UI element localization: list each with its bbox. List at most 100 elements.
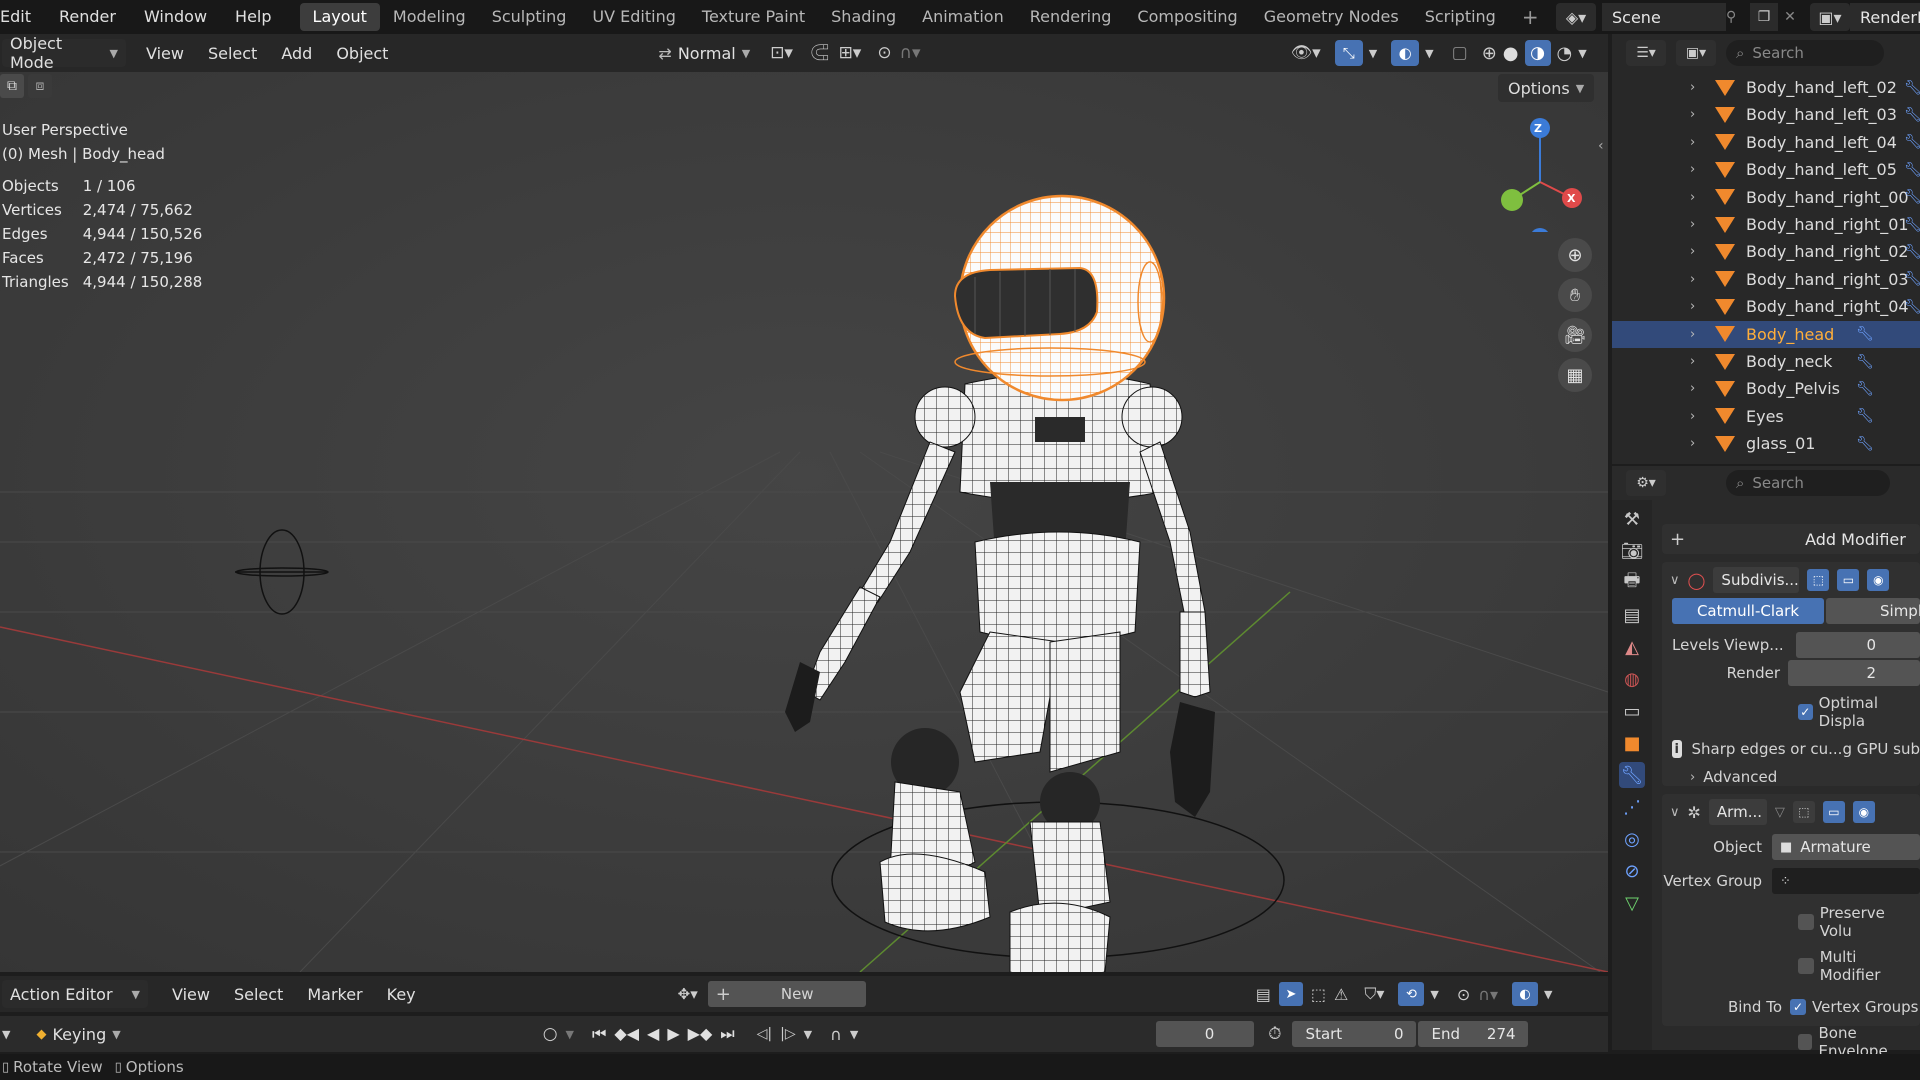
outliner-search[interactable]: ⌕ Search bbox=[1726, 40, 1884, 66]
expand-chevron-icon[interactable]: › bbox=[1690, 327, 1708, 342]
proportional-edit-icon[interactable]: ⊙ bbox=[877, 43, 891, 63]
modifier-wrench-icon[interactable]: 🔧︎ bbox=[1904, 217, 1920, 233]
armature-name-field[interactable]: Arm... bbox=[1708, 799, 1767, 825]
filter-icon[interactable]: ▣▾ bbox=[1676, 40, 1716, 66]
viewport-toggle-icon[interactable]: ▭ bbox=[1837, 569, 1860, 591]
collapse-chevron-icon[interactable]: ∨ bbox=[1670, 805, 1680, 820]
end-frame-field[interactable]: End 274 bbox=[1417, 1021, 1528, 1047]
tab-rendering[interactable]: Rendering bbox=[1017, 3, 1125, 31]
pivot-point-icon[interactable]: ⊡▾ bbox=[770, 43, 793, 63]
neg-z-axis-handle[interactable] bbox=[1530, 228, 1550, 232]
solid-shading-icon[interactable]: ● bbox=[1503, 43, 1519, 64]
key-menu[interactable]: Key bbox=[375, 985, 428, 1004]
data-tab-icon[interactable]: ▽ bbox=[1619, 890, 1645, 916]
object-menu[interactable]: Object bbox=[324, 44, 400, 63]
outliner-item[interactable]: › Eyes 🔧︎ bbox=[1612, 403, 1920, 430]
jump-start-icon[interactable]: ⏮ bbox=[592, 1024, 606, 1044]
expand-chevron-icon[interactable]: › bbox=[1690, 409, 1708, 424]
render-tab-icon[interactable]: 📷︎ bbox=[1619, 538, 1645, 564]
overlay-dropdown-icon[interactable]: ▼ bbox=[1544, 988, 1552, 1001]
expand-chevron-icon[interactable]: › bbox=[1690, 244, 1708, 259]
zoom-icon[interactable]: ⊕ bbox=[1558, 238, 1592, 272]
object-mode-dropdown[interactable]: Object Mode ▼ bbox=[2, 34, 126, 72]
view-layer-field[interactable]: RenderLa bbox=[1850, 3, 1920, 31]
tab-uv-editing[interactable]: UV Editing bbox=[579, 3, 688, 31]
modifier-wrench-icon[interactable]: 🔧︎ bbox=[1904, 271, 1920, 287]
snapping-dropdown-icon[interactable]: ▼ bbox=[850, 1028, 858, 1041]
keying-dropdown[interactable]: ◆ Keying ▼ bbox=[28, 1020, 128, 1048]
y-axis-handle[interactable] bbox=[1501, 189, 1523, 211]
tab-sculpting[interactable]: Sculpting bbox=[479, 3, 580, 31]
tab-modeling[interactable]: Modeling bbox=[380, 3, 479, 31]
next-marker-icon[interactable]: |▷ bbox=[780, 1026, 795, 1042]
properties-search[interactable]: ⌕ Search bbox=[1726, 470, 1890, 496]
particles-tab-icon[interactable]: ⋰ bbox=[1619, 794, 1645, 820]
expand-chevron-icon[interactable]: › bbox=[1690, 436, 1708, 451]
modifier-wrench-icon[interactable]: 🔧︎ bbox=[1856, 436, 1874, 452]
expand-chevron-icon[interactable]: › bbox=[1690, 80, 1708, 95]
select-box-icon[interactable]: ⧉ bbox=[0, 74, 24, 98]
simple-button[interactable]: Simpl bbox=[1826, 598, 1920, 624]
multi-modifier-checkbox[interactable] bbox=[1798, 958, 1814, 974]
catmull-clark-button[interactable]: Catmull-Clark bbox=[1672, 598, 1824, 624]
tab-compositing[interactable]: Compositing bbox=[1124, 3, 1250, 31]
view-menu[interactable]: View bbox=[160, 985, 222, 1004]
marker-menu[interactable]: Marker bbox=[295, 985, 374, 1004]
jump-end-icon[interactable]: ⏭ bbox=[720, 1024, 734, 1044]
falloff-icon[interactable]: ∩▾ bbox=[1478, 985, 1498, 1004]
scene-icon[interactable]: ◈▾ bbox=[1556, 3, 1596, 31]
snapping-icon[interactable]: ∩ bbox=[830, 1025, 842, 1044]
select-menu[interactable]: Select bbox=[222, 985, 295, 1004]
new-action-button[interactable]: + New bbox=[707, 981, 866, 1007]
shading-dropdown-icon[interactable]: ▼ bbox=[1578, 47, 1586, 60]
collection-tab-icon[interactable]: ▭ bbox=[1619, 698, 1645, 724]
modifier-wrench-icon[interactable]: 🔧︎ bbox=[1904, 189, 1920, 205]
tab-shading[interactable]: Shading bbox=[818, 3, 909, 31]
scene-tab-icon[interactable]: ◭ bbox=[1619, 634, 1645, 660]
outliner-item[interactable]: › Body_hand_right_04 🔧︎ bbox=[1612, 293, 1920, 320]
view-layer-tab-icon[interactable]: ▤ bbox=[1619, 602, 1645, 628]
menu-help[interactable]: Help bbox=[221, 0, 285, 34]
advanced-subpanel[interactable]: › Advanced bbox=[1690, 768, 1920, 786]
modifier-wrench-icon[interactable]: 🔧︎ bbox=[1856, 354, 1874, 370]
delete-scene-icon[interactable]: ✕ bbox=[1778, 9, 1802, 25]
output-tab-icon[interactable]: 🖶︎ bbox=[1619, 570, 1645, 596]
expand-chevron-icon[interactable]: › bbox=[1690, 162, 1708, 177]
expand-chevron-icon[interactable]: › bbox=[1690, 381, 1708, 396]
filter-icon[interactable]: ⛉▾ bbox=[1364, 984, 1384, 1004]
object-tab-icon[interactable]: ■ bbox=[1619, 730, 1645, 756]
snap-dropdown-icon[interactable]: ▼ bbox=[1430, 988, 1438, 1001]
preserve-volume-checkbox[interactable] bbox=[1798, 914, 1814, 930]
menu-render[interactable]: Render bbox=[45, 0, 130, 34]
overlay-icon[interactable]: ◐ bbox=[1512, 982, 1539, 1006]
modifier-tab-icon[interactable]: 🔧︎ bbox=[1619, 762, 1645, 788]
start-frame-field[interactable]: Start 0 bbox=[1291, 1021, 1416, 1047]
outliner-item[interactable]: › Body_neck 🔧︎ bbox=[1612, 348, 1920, 375]
show-hidden-icon[interactable]: ⬚ bbox=[1311, 985, 1326, 1004]
current-frame-field[interactable]: 0 bbox=[1156, 1021, 1255, 1047]
modifier-wrench-icon[interactable]: 🔧︎ bbox=[1856, 381, 1874, 397]
gizmo-dropdown-icon[interactable]: ▼ bbox=[1369, 47, 1377, 60]
outliner-item[interactable]: › Body_hand_right_03 🔧︎ bbox=[1612, 266, 1920, 293]
modifier-wrench-icon[interactable]: 🔧︎ bbox=[1856, 408, 1874, 424]
optimal-display-checkbox[interactable]: ✓ bbox=[1798, 704, 1813, 720]
auto-key-icon[interactable]: ○ bbox=[543, 1024, 558, 1044]
xray-icon[interactable]: ▢ bbox=[1452, 43, 1468, 63]
transform-orientation-dropdown[interactable]: ⇄ Normal ▼ bbox=[650, 39, 758, 67]
add-workspace-icon[interactable]: + bbox=[1509, 3, 1552, 31]
editmode-toggle-icon[interactable]: ⬚ bbox=[1792, 801, 1815, 823]
physics-tab-icon[interactable]: ◎ bbox=[1619, 826, 1645, 852]
modifier-wrench-icon[interactable]: 🔧︎ bbox=[1904, 134, 1920, 150]
summary-icon[interactable]: ▤ bbox=[1256, 985, 1271, 1004]
pan-hand-icon[interactable]: ✋︎ bbox=[1558, 278, 1592, 312]
auto-snap-icon[interactable]: ⟲ bbox=[1398, 982, 1425, 1006]
vertex-group-field[interactable]: ⁘ bbox=[1772, 868, 1920, 894]
3d-viewport[interactable]: Z X ⊕ ✋︎ 🎥︎ ▦ ‹ bbox=[0, 72, 1608, 972]
levels-viewport-field[interactable]: 0 bbox=[1796, 632, 1920, 658]
tab-animation[interactable]: Animation bbox=[909, 3, 1017, 31]
gizmo-toggle-icon[interactable]: ⤡ bbox=[1334, 40, 1363, 66]
tab-layout[interactable]: Layout bbox=[299, 3, 380, 31]
view-layer-icon[interactable]: ▣▾ bbox=[1810, 3, 1850, 31]
only-selected-icon[interactable]: ➤ bbox=[1278, 982, 1303, 1006]
modifier-wrench-icon[interactable]: 🔧︎ bbox=[1904, 299, 1920, 315]
